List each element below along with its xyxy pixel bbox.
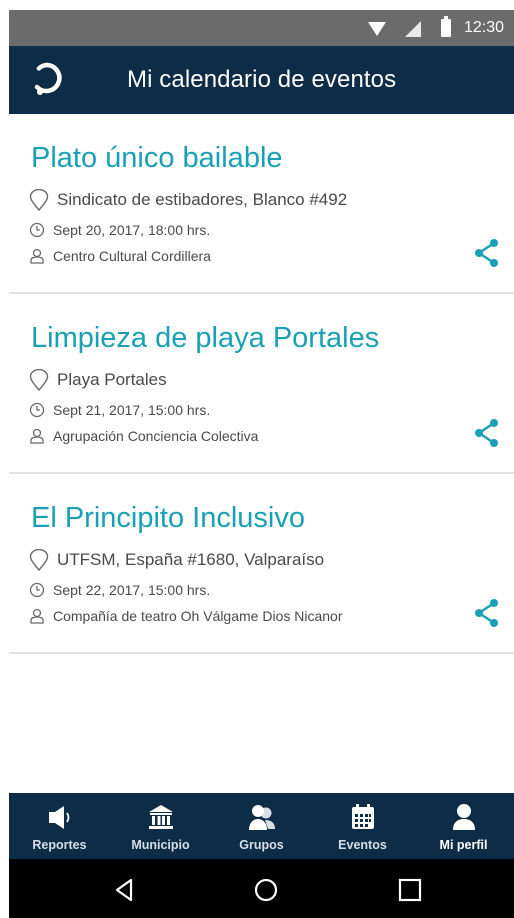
home-icon[interactable] xyxy=(253,877,279,903)
person-icon xyxy=(30,248,44,264)
screen-edge xyxy=(0,0,9,918)
signal-icon xyxy=(405,21,421,37)
nav-item-grupos[interactable]: Grupos xyxy=(211,793,312,859)
event-date: Sept 20, 2017, 18:00 hrs. xyxy=(29,222,210,238)
nav-label: Reportes xyxy=(32,838,87,852)
event-location-text: UTFSM, España #1680, Valparaíso xyxy=(57,550,325,569)
nav-label: Mi perfil xyxy=(439,838,488,852)
event-organizer-text: Centro Cultural Cordillera xyxy=(53,248,211,264)
battery-icon xyxy=(441,16,451,37)
system-nav-bar xyxy=(9,859,514,918)
event-location: Playa Portales xyxy=(29,369,167,391)
event-location: UTFSM, España #1680, Valparaíso xyxy=(29,549,324,571)
event-date-text: Sept 20, 2017, 18:00 hrs. xyxy=(53,222,211,238)
bank-icon xyxy=(148,805,173,829)
event-title[interactable]: Limpieza de playa Portales xyxy=(31,322,379,355)
event-list: Plato único bailable Sindicato de estiba… xyxy=(9,114,514,654)
event-location-text: Playa Portales xyxy=(57,370,167,389)
event-card[interactable]: Plato único bailable Sindicato de estiba… xyxy=(9,114,514,294)
event-organizer-text: Agrupación Conciencia Colectiva xyxy=(53,428,259,444)
location-pin-icon xyxy=(29,549,49,571)
person-icon xyxy=(30,428,44,444)
event-card[interactable]: El Principito Inclusivo UTFSM, España #1… xyxy=(9,474,514,654)
event-location-text: Sindicato de estibadores, Blanco #492 xyxy=(57,190,348,209)
clock-icon xyxy=(29,222,45,238)
event-organizer: Agrupación Conciencia Colectiva xyxy=(29,428,258,444)
megaphone-icon xyxy=(48,806,69,829)
event-organizer: Centro Cultural Cordillera xyxy=(29,248,211,264)
event-date-text: Sept 22, 2017, 15:00 hrs. xyxy=(53,582,211,598)
event-title[interactable]: El Principito Inclusivo xyxy=(31,502,305,535)
clock-icon xyxy=(29,582,45,598)
clock-icon xyxy=(29,402,45,418)
calendar-icon xyxy=(351,804,374,829)
wifi-icon xyxy=(368,22,386,36)
location-pin-icon xyxy=(29,369,49,391)
event-location: Sindicato de estibadores, Blanco #492 xyxy=(29,189,347,211)
share-icon[interactable] xyxy=(474,418,500,448)
app-logo-icon[interactable] xyxy=(31,62,63,96)
event-date: Sept 22, 2017, 15:00 hrs. xyxy=(29,582,210,598)
nav-item-reportes[interactable]: Reportes xyxy=(9,793,110,859)
status-time: 12:30 xyxy=(464,19,505,36)
nav-label: Grupos xyxy=(239,838,284,852)
nav-item-eventos[interactable]: Eventos xyxy=(312,793,413,859)
bottom-nav: Reportes Municipio Grupos Eventos Mi per… xyxy=(9,793,514,859)
event-organizer-text: Compañía de teatro Oh Válgame Dios Nican… xyxy=(53,608,343,624)
app-bar: Mi calendario de eventos xyxy=(9,46,514,114)
share-icon[interactable] xyxy=(474,238,500,268)
recents-icon[interactable] xyxy=(397,877,423,903)
nav-label: Eventos xyxy=(338,838,387,852)
screen: 12:30 Mi calendario de eventos Plato úni… xyxy=(0,0,514,918)
back-icon[interactable] xyxy=(112,877,138,903)
page-title: Mi calendario de eventos xyxy=(127,66,397,93)
event-date-text: Sept 21, 2017, 15:00 hrs. xyxy=(53,402,211,418)
person-icon xyxy=(30,608,44,624)
event-date: Sept 21, 2017, 15:00 hrs. xyxy=(29,402,210,418)
share-icon[interactable] xyxy=(474,598,500,628)
event-title[interactable]: Plato único bailable xyxy=(31,142,283,175)
nav-item-mi-perfil[interactable]: Mi perfil xyxy=(413,793,514,859)
location-pin-icon xyxy=(29,189,49,211)
event-card[interactable]: Limpieza de playa Portales Playa Portale… xyxy=(9,294,514,474)
nav-label: Municipio xyxy=(131,838,190,852)
group-icon xyxy=(248,805,275,830)
status-bar: 12:30 xyxy=(9,10,514,46)
event-organizer: Compañía de teatro Oh Válgame Dios Nican… xyxy=(29,608,342,624)
nav-item-municipio[interactable]: Municipio xyxy=(110,793,211,859)
profile-icon xyxy=(452,804,475,830)
